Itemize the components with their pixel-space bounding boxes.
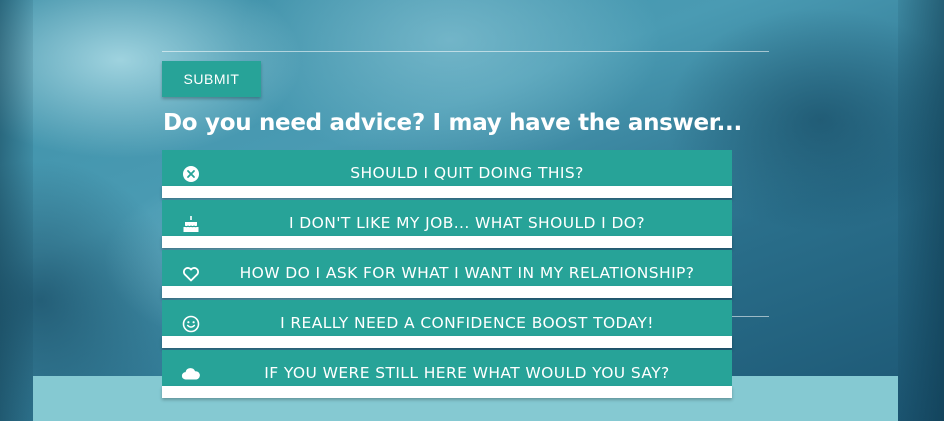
question-strip — [162, 186, 732, 198]
question-item-job[interactable]: I DON'T LIKE MY JOB... WHAT SHOULD I DO? — [162, 200, 732, 250]
question-label: SHOULD I QUIT DOING THIS? — [350, 164, 584, 182]
question-label: IF YOU WERE STILL HERE WHAT WOULD YOU SA… — [264, 364, 670, 382]
advice-heading: Do you need advice? I may have the answe… — [163, 110, 742, 136]
question-item-quit[interactable]: SHOULD I QUIT DOING THIS? — [162, 150, 732, 200]
cloud-icon — [181, 365, 201, 383]
cake-icon — [181, 215, 201, 233]
divider-top — [162, 51, 769, 52]
background-shade-left — [0, 0, 33, 421]
question-strip — [162, 286, 732, 298]
divider-middle — [732, 316, 769, 317]
smiley-icon — [181, 315, 201, 333]
question-strip — [162, 236, 732, 248]
question-label: HOW DO I ASK FOR WHAT I WANT IN MY RELAT… — [239, 264, 695, 282]
question-item-still-here[interactable]: IF YOU WERE STILL HERE WHAT WOULD YOU SA… — [162, 350, 732, 400]
question-item-relationship[interactable]: HOW DO I ASK FOR WHAT I WANT IN MY RELAT… — [162, 250, 732, 300]
close-circle-icon — [181, 165, 201, 183]
submit-button[interactable]: SUBMIT — [162, 61, 261, 97]
background-shade-right — [898, 0, 944, 421]
question-label: I REALLY NEED A CONFIDENCE BOOST TODAY! — [280, 314, 654, 332]
heart-icon — [181, 265, 201, 283]
question-item-confidence[interactable]: I REALLY NEED A CONFIDENCE BOOST TODAY! — [162, 300, 732, 350]
question-label: I DON'T LIKE MY JOB... WHAT SHOULD I DO? — [288, 214, 646, 232]
question-strip — [162, 336, 732, 348]
question-strip — [162, 386, 732, 398]
